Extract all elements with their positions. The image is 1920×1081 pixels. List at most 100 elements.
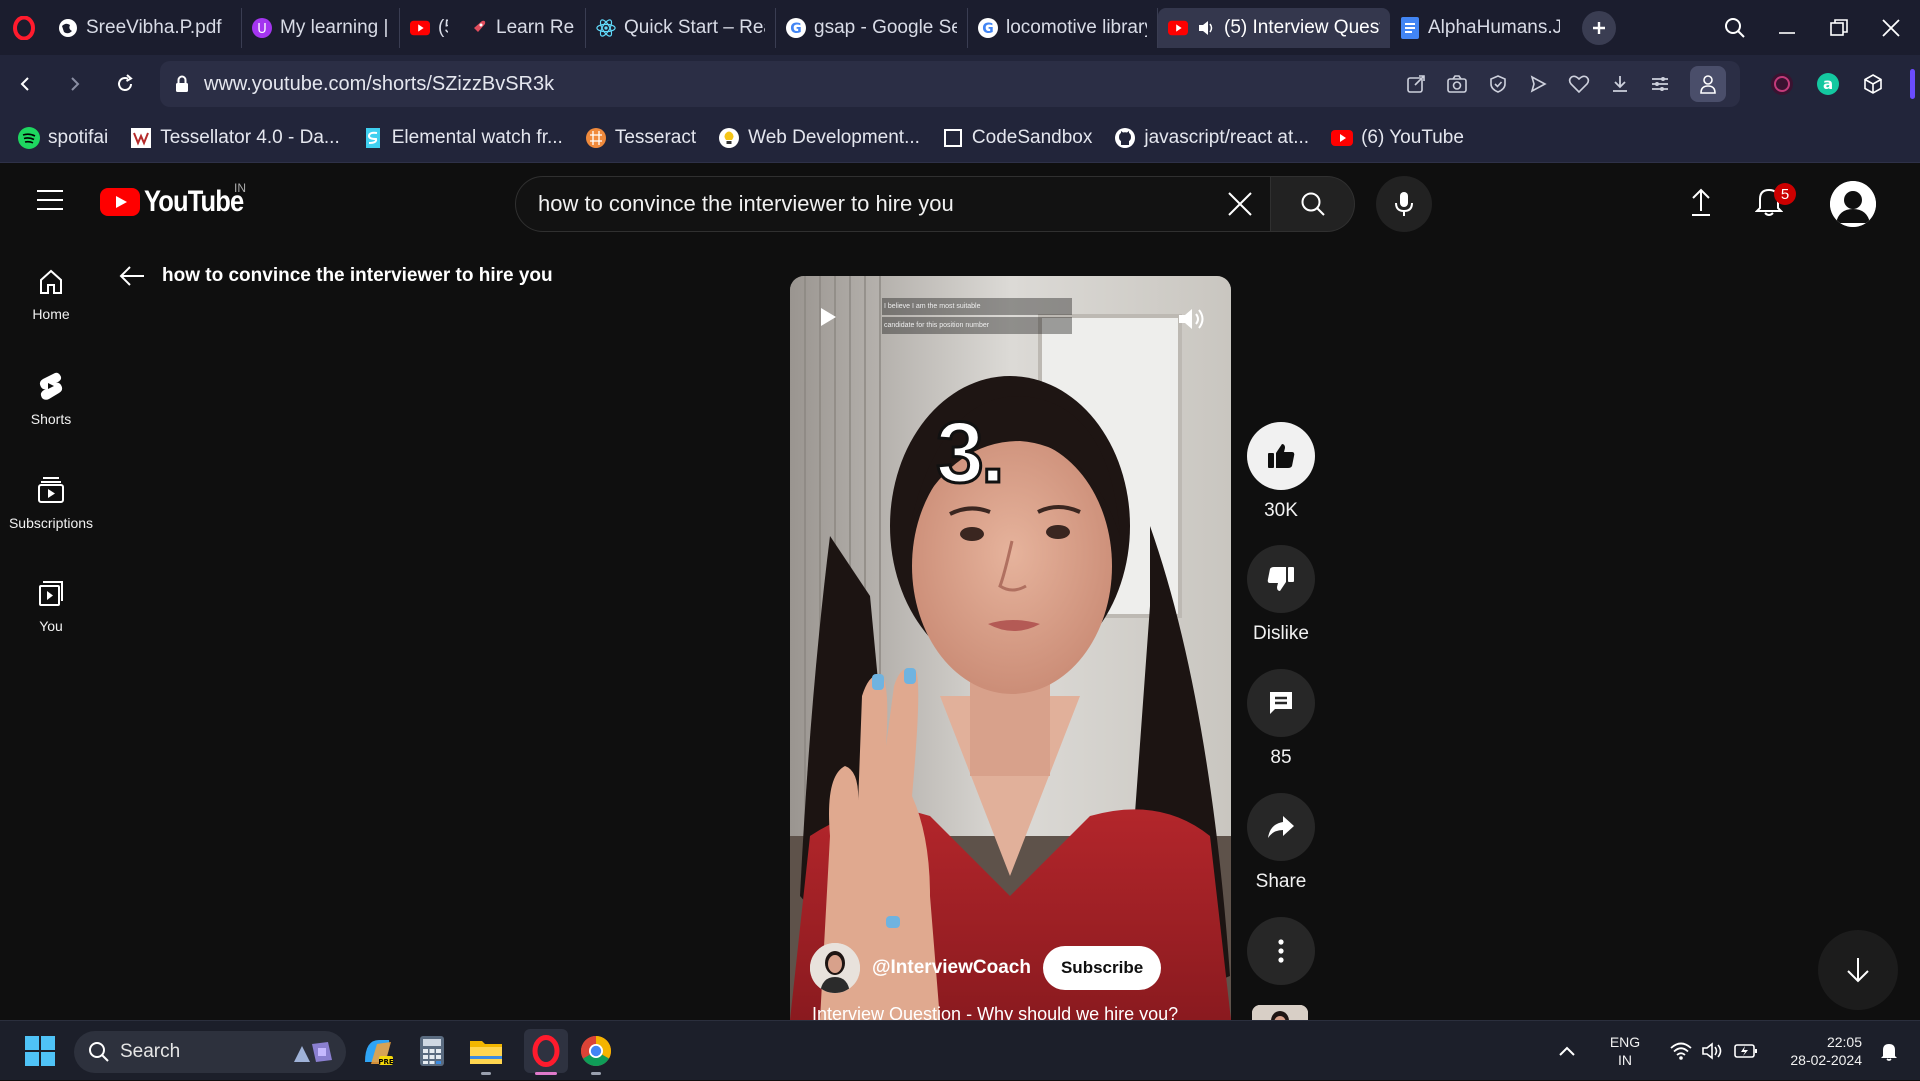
sidebar-item-shorts[interactable]: Shorts	[0, 347, 102, 451]
lock-icon[interactable]	[174, 75, 190, 93]
svg-text:PRE: PRE	[378, 1058, 394, 1066]
tab-react-quickstart[interactable]: Quick Start – React	[586, 7, 776, 48]
opera-taskbar-icon[interactable]	[524, 1029, 568, 1073]
thumbs-down-icon	[1267, 567, 1294, 591]
minimize-icon[interactable]	[1776, 17, 1798, 39]
profile-icon[interactable]	[1690, 66, 1726, 102]
chrome-icon[interactable]	[578, 1033, 614, 1069]
easy-setup-icon[interactable]	[1650, 74, 1670, 94]
shorts-back-link[interactable]: how to convince the interviewer to hire …	[118, 264, 553, 288]
back-button[interactable]	[0, 75, 50, 93]
video-title[interactable]: Interview Question - Why should we hire …	[812, 1004, 1178, 1020]
running-indicator	[481, 1072, 491, 1075]
close-window-icon[interactable]	[1880, 17, 1902, 39]
next-video-button[interactable]	[1818, 930, 1898, 1010]
tab-sreevibha-pdf[interactable]: SreeVibha.P.pdf	[48, 7, 242, 48]
sidebar-item-label: Subscriptions	[8, 515, 94, 531]
create-upload-icon[interactable]	[1688, 187, 1714, 217]
calculator-icon[interactable]	[414, 1033, 450, 1069]
clear-search-icon[interactable]	[1210, 191, 1270, 217]
tab-learn-react[interactable]: Learn React	[458, 7, 586, 48]
channel-avatar-icon	[810, 943, 860, 993]
sidebar-item-you[interactable]: You	[0, 555, 102, 659]
extension-a-icon[interactable]: a	[1816, 72, 1840, 96]
tab-label: My learning | Udem	[280, 16, 389, 38]
url-field[interactable]: www.youtube.com/shorts/SZizzBvSR3k	[160, 61, 1740, 107]
channel-handle[interactable]: @InterviewCoach	[872, 957, 1031, 979]
tab-alphahumans-doc[interactable]: AlphaHumans.JD -	[1390, 8, 1570, 48]
send-icon[interactable]	[1528, 74, 1548, 94]
share-button[interactable]	[1247, 793, 1315, 861]
download-icon[interactable]	[1610, 74, 1630, 94]
sidebar-item-home[interactable]: Home	[0, 243, 102, 347]
channel-avatar[interactable]	[810, 943, 860, 993]
shorts-video-player[interactable]: I believe I am the most suitable candida…	[790, 276, 1231, 1020]
dislike-label: Dislike	[1253, 623, 1309, 644]
windows-start-icon[interactable]	[24, 1035, 56, 1067]
elemental-icon	[362, 127, 384, 149]
account-avatar[interactable]	[1830, 181, 1876, 227]
subscribe-button[interactable]: Subscribe	[1042, 946, 1162, 990]
reload-button[interactable]	[100, 74, 150, 94]
taskbar-search[interactable]: Search	[74, 1031, 346, 1073]
clock[interactable]: 22:05 28-02-2024	[1772, 1033, 1862, 1069]
comments-button[interactable]	[1247, 669, 1315, 737]
menu-icon[interactable]	[36, 189, 64, 211]
tab-label: AlphaHumans.JD -	[1428, 16, 1560, 38]
tab-youtube-5[interactable]: (5)	[400, 8, 458, 48]
search-input[interactable]: how to convince the interviewer to hire …	[515, 176, 1271, 232]
sidebar-item-subscriptions[interactable]: Subscriptions	[0, 451, 102, 555]
voice-search-button[interactable]	[1376, 176, 1432, 232]
search-button[interactable]	[1271, 176, 1355, 232]
camera-icon[interactable]	[1446, 74, 1468, 94]
file-explorer-icon[interactable]	[468, 1033, 504, 1069]
language-indicator[interactable]: ENG IN	[1602, 1033, 1648, 1069]
battery-icon[interactable]	[1734, 1043, 1758, 1059]
tab-interview-question-active[interactable]: (5) Interview Questio	[1158, 7, 1390, 48]
bookmark-github-javascript[interactable]: javascript/react at...	[1114, 127, 1309, 149]
bookmark-tesseract[interactable]: Tesseract	[585, 127, 696, 149]
wifi-icon[interactable]	[1670, 1042, 1692, 1060]
youtube-header: YouTube IN how to convince the interview…	[0, 163, 1920, 243]
active-indicator	[535, 1072, 557, 1075]
volume-icon[interactable]	[1177, 306, 1207, 332]
tab-search-icon[interactable]	[1724, 17, 1746, 39]
bookmark-tessellator[interactable]: Tessellator 4.0 - Da...	[130, 127, 340, 149]
more-vertical-icon	[1278, 939, 1284, 963]
tab-gsap-google[interactable]: G gsap - Google Sear	[776, 7, 968, 48]
windows-taskbar: Search PRE ENG IN 22:05 28-02-2024	[0, 1020, 1920, 1080]
tab-udemy[interactable]: U My learning | Udem	[242, 7, 400, 48]
bookmark-spotifai[interactable]: spotifai	[18, 126, 108, 149]
shield-icon[interactable]	[1488, 74, 1508, 94]
search-icon	[1301, 192, 1325, 216]
opera-logo-icon[interactable]	[0, 0, 48, 55]
new-tab-button[interactable]	[1582, 10, 1616, 45]
play-icon[interactable]	[818, 306, 838, 328]
bookmark-codesandbox[interactable]: CodeSandbox	[942, 127, 1092, 149]
search-query-text[interactable]: how to convince the interviewer to hire …	[538, 191, 1210, 217]
forward-button[interactable]	[50, 75, 100, 93]
extensions-cube-icon[interactable]	[1862, 73, 1884, 95]
copilot-icon[interactable]: PRE	[360, 1033, 396, 1069]
tab-locomotive-google[interactable]: G locomotive library	[968, 7, 1158, 48]
volume-tray-icon[interactable]	[1702, 1042, 1724, 1060]
like-action: 30K	[1247, 422, 1315, 545]
tesseract-icon	[585, 127, 607, 149]
speaker-icon[interactable]	[1196, 18, 1216, 38]
like-button[interactable]	[1247, 422, 1315, 490]
share-page-icon[interactable]	[1406, 74, 1426, 94]
show-hidden-icons-icon[interactable]	[1558, 1045, 1576, 1057]
bookmark-youtube[interactable]: (6) YouTube	[1331, 127, 1464, 149]
codesandbox-icon	[942, 127, 964, 149]
restore-icon[interactable]	[1828, 17, 1850, 39]
bookmark-elemental[interactable]: Elemental watch fr...	[362, 127, 563, 149]
notification-center-icon[interactable]	[1880, 1041, 1898, 1061]
dislike-button[interactable]	[1247, 545, 1315, 613]
url-text[interactable]: www.youtube.com/shorts/SZizzBvSR3k	[204, 73, 1392, 96]
more-options-button[interactable]	[1247, 917, 1315, 985]
like-count: 30K	[1264, 500, 1298, 521]
heart-icon[interactable]	[1568, 74, 1590, 94]
bookmark-web-development[interactable]: Web Development...	[718, 127, 920, 149]
extension-sr-icon[interactable]	[1770, 72, 1794, 96]
tessellator-icon	[130, 127, 152, 149]
